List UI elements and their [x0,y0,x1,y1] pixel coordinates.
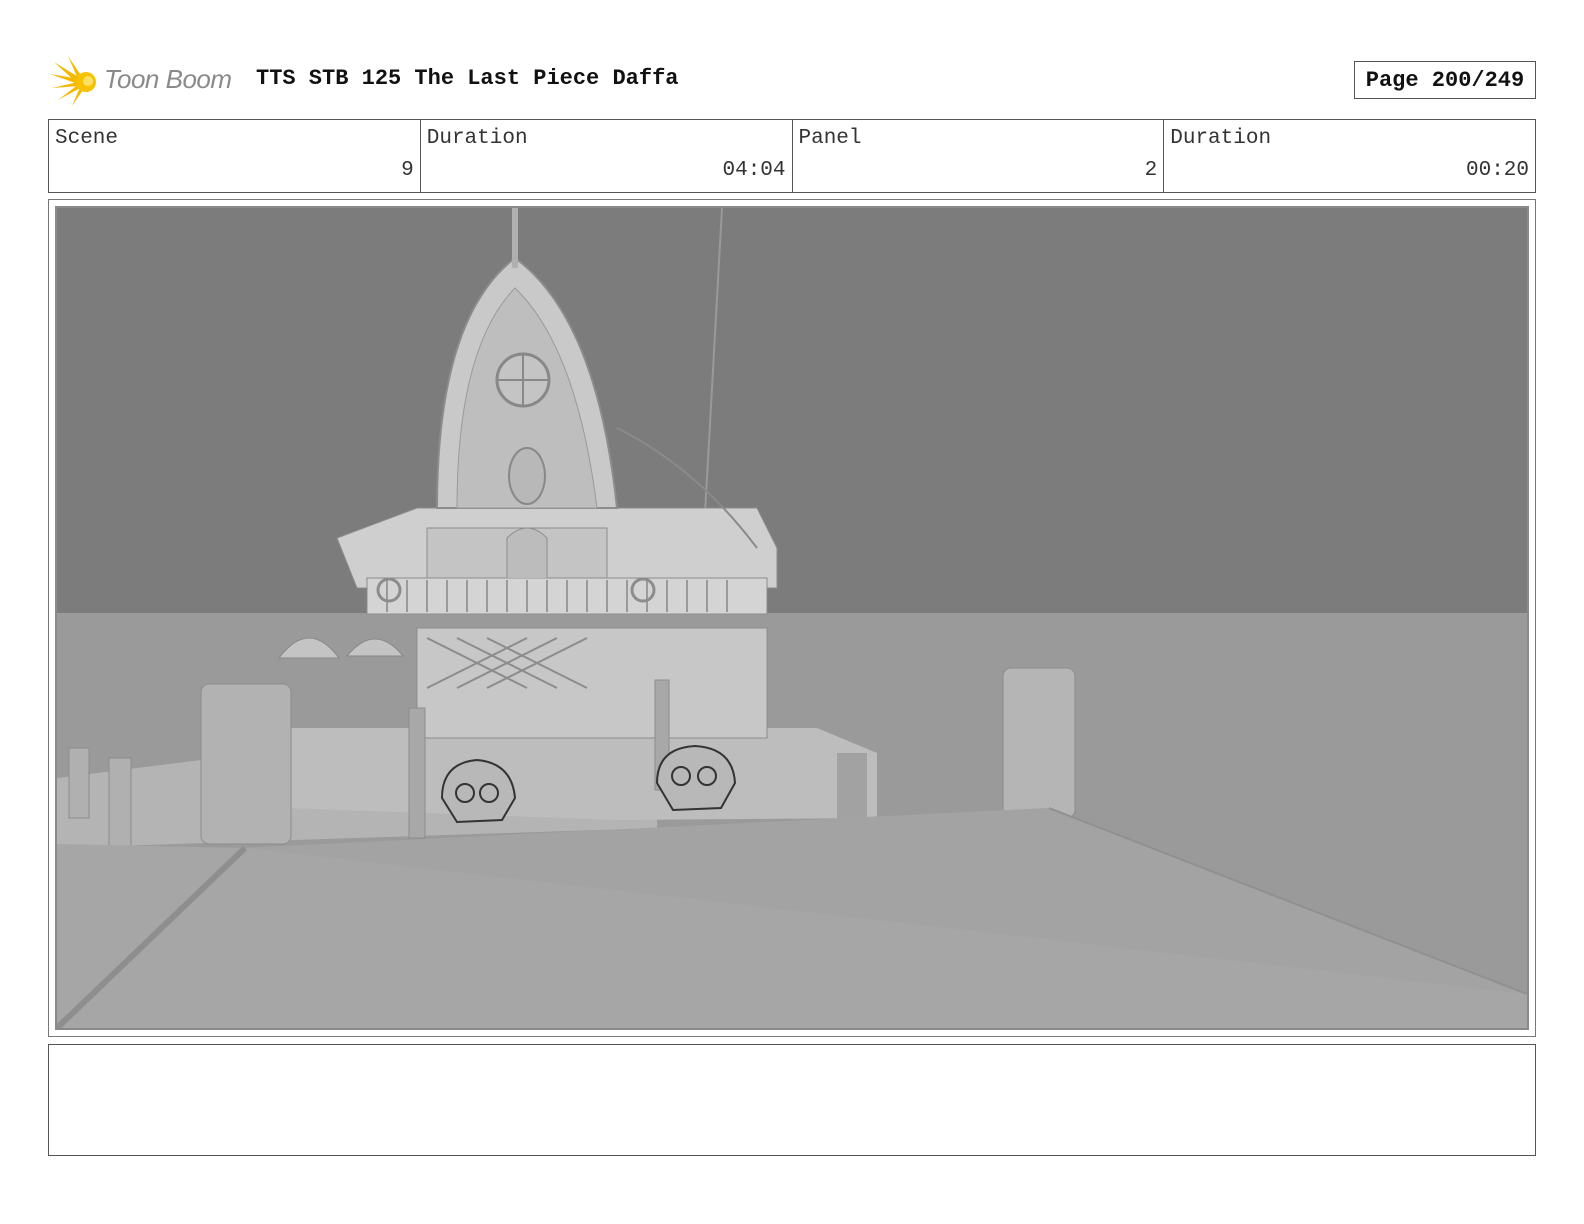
storyboard-panel-image [55,206,1529,1030]
scene-label: Scene [55,127,119,150]
foreground-bollard [200,683,292,845]
scene-value: 9 [401,159,414,182]
right-bollard [1002,667,1076,819]
panel-duration-cell: Duration 00:20 [1164,120,1535,192]
panel-duration-label: Duration [1170,127,1272,150]
storyboard-panel-frame [48,199,1536,1037]
panel-info-row: Scene 9 Duration 04:04 Panel 2 Duration … [48,119,1536,193]
panel-cell: Panel 2 [793,120,1165,192]
panel-duration-value: 00:20 [1465,159,1529,182]
scene-duration-label: Duration [426,127,528,150]
logo-text: Toon Boom [104,64,232,94]
scene-cell: Scene 9 [49,120,421,192]
panel-value: 2 [1144,159,1158,182]
character-sketch-right [655,744,737,812]
page-indicator: Page 200/249 [1354,61,1536,99]
scene-duration-value: 04:04 [722,159,786,182]
main-pier [287,728,877,820]
sky [57,208,1527,618]
starburst-icon [50,56,96,106]
toon-boom-logo: Toon Boom [50,52,240,108]
panel-notes-box [48,1044,1536,1156]
pier-scene-illustration [57,208,1527,1028]
panel-label: Panel [798,127,862,150]
document-title: TTS STB 125 The Last Piece Daffa [256,66,679,91]
scene-duration-cell: Duration 04:04 [421,120,793,192]
